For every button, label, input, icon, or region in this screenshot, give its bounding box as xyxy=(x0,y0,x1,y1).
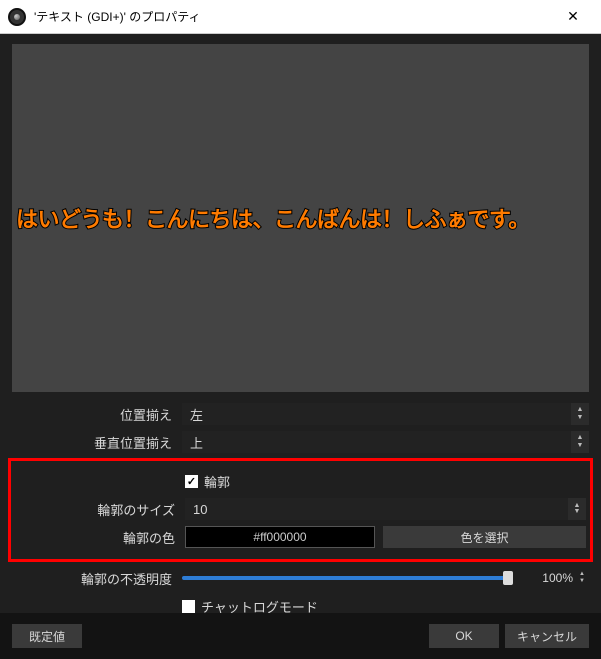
select-valign-spinner[interactable]: ▲▼ xyxy=(571,431,589,453)
preview-text: はいどうも！こんにちは、こんばんは！しふぁです。 xyxy=(16,202,530,234)
cancel-button[interactable]: キャンセル xyxy=(505,624,589,648)
button-pick-color[interactable]: 色を選択 xyxy=(383,526,586,548)
properties-form: 位置揃え 左 ▲▼ 垂直位置揃え 上 ▲▼ ✓ 輪郭 輪郭のサイズ xyxy=(12,400,589,648)
select-align[interactable]: 左 xyxy=(182,403,571,425)
checkbox-outline-label: 輪郭 xyxy=(204,472,230,491)
value-outline-opacity[interactable]: 100% xyxy=(523,568,573,588)
content-area: はいどうも！こんにちは、こんばんは！しふぁです。 位置揃え 左 ▲▼ 垂直位置揃… xyxy=(0,34,601,648)
label-valign: 垂直位置揃え xyxy=(12,433,182,452)
window-title: 'テキスト (GDI+)' のプロパティ xyxy=(34,8,553,25)
value-outline-opacity-spinner[interactable]: ▲▼ xyxy=(575,568,589,588)
highlight-box: ✓ 輪郭 輪郭のサイズ 10 ▲▼ 輪郭の色 #ff000000 色を選択 xyxy=(8,458,593,562)
checkbox-chatlog[interactable] xyxy=(182,600,195,613)
preview-pane: はいどうも！こんにちは、こんばんは！しふぁです。 xyxy=(12,44,589,392)
row-outline-opacity: 輪郭の不透明度 100% ▲▼ xyxy=(12,564,589,592)
label-outline-opacity: 輪郭の不透明度 xyxy=(12,569,182,588)
select-align-spinner[interactable]: ▲▼ xyxy=(571,403,589,425)
obs-icon xyxy=(8,8,26,26)
input-outline-size-spinner[interactable]: ▲▼ xyxy=(568,498,586,520)
row-outline-enable: ✓ 輪郭 xyxy=(15,467,586,495)
ok-button[interactable]: OK xyxy=(429,624,499,648)
row-outline-size: 輪郭のサイズ 10 ▲▼ xyxy=(15,495,586,523)
label-outline-size: 輪郭のサイズ xyxy=(15,500,185,519)
checkbox-outline[interactable]: ✓ xyxy=(185,475,198,488)
select-valign[interactable]: 上 xyxy=(182,431,571,453)
slider-outline-opacity[interactable] xyxy=(182,576,513,580)
slider-thumb[interactable] xyxy=(503,571,513,585)
footer: 既定値 OK キャンセル xyxy=(0,613,601,659)
input-outline-size[interactable]: 10 xyxy=(185,498,568,520)
row-align: 位置揃え 左 ▲▼ xyxy=(12,400,589,428)
label-outline-color: 輪郭の色 xyxy=(15,528,185,547)
titlebar: 'テキスト (GDI+)' のプロパティ ✕ xyxy=(0,0,601,34)
label-align: 位置揃え xyxy=(12,405,182,424)
row-outline-color: 輪郭の色 #ff000000 色を選択 xyxy=(15,523,586,551)
close-button[interactable]: ✕ xyxy=(553,7,593,27)
swatch-outline-color[interactable]: #ff000000 xyxy=(185,526,375,548)
defaults-button[interactable]: 既定値 xyxy=(12,624,82,648)
row-valign: 垂直位置揃え 上 ▲▼ xyxy=(12,428,589,456)
